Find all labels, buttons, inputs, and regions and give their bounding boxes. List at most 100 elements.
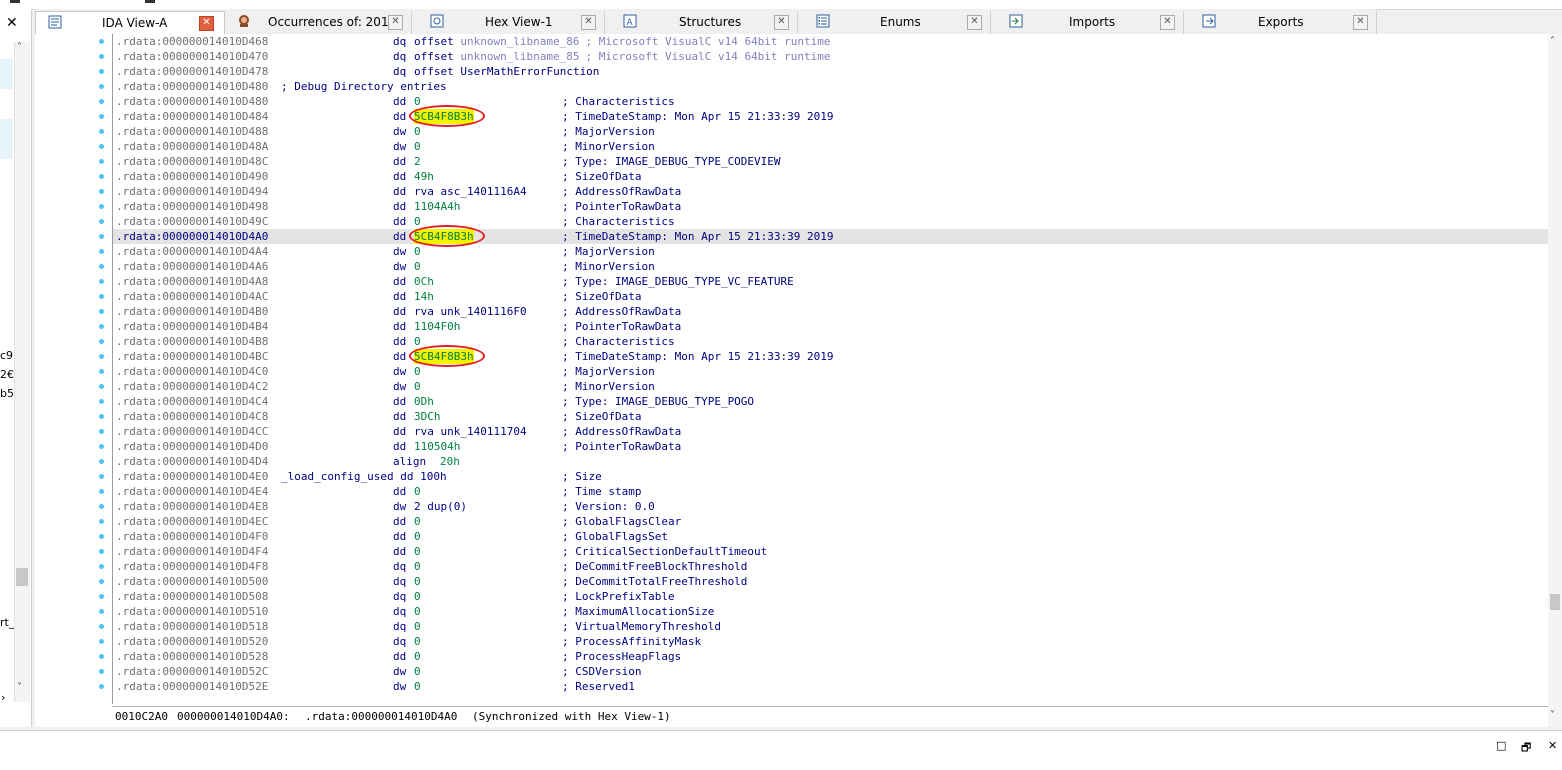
- arrow-dot: [99, 624, 104, 629]
- listing-line[interactable]: .rdata:000000014010D478 dq offset UserMath…: [113, 64, 1549, 79]
- listing-line[interactable]: .rdata:000000014010D4B0 dd rva unk_1401116…: [113, 304, 1549, 319]
- close-icon[interactable]: ✕: [774, 15, 789, 30]
- close-icon[interactable]: ✕: [1160, 15, 1175, 30]
- arrow-dot: [99, 249, 104, 254]
- listing-line[interactable]: .rdata:000000014010D52E dw 0 ; Reserved1: [113, 679, 1549, 694]
- listing-line[interactable]: .rdata:000000014010D470 dq offset unknown_…: [113, 49, 1549, 64]
- scroll-down-icon[interactable]: ˅: [1550, 710, 1555, 721]
- left-scroll-thumb[interactable]: [16, 568, 28, 586]
- line-operand-name: unknown_libname_86: [460, 35, 580, 48]
- maximize-icon[interactable]: □: [1496, 739, 1506, 752]
- line-comment: ; ProcessAffinityMask: [562, 635, 702, 648]
- listing-line[interactable]: .rdata:000000014010D520 dq 0 ; ProcessAffin…: [113, 634, 1549, 649]
- close-icon[interactable]: ✕: [199, 16, 214, 31]
- listing-line[interactable]: .rdata:000000014010D490 dd 49h ; SizeOfData: [113, 169, 1549, 184]
- arrow-dot: [99, 384, 104, 389]
- listing-line[interactable]: .rdata:000000014010D4A0 dd 5CB4F8B3h; Time…: [113, 229, 1549, 244]
- line-mnemonic: dq: [393, 590, 407, 603]
- line-mnemonic: dd: [393, 215, 407, 228]
- line-number: 0: [414, 620, 421, 633]
- line-number: 0Dh: [414, 395, 434, 408]
- disassembly-listing[interactable]: .rdata:000000014010D468 dq offset unknown_…: [112, 34, 1549, 704]
- listing-line[interactable]: .rdata:000000014010D4A6 dw 0 ; MinorVersion: [113, 259, 1549, 274]
- listing-line[interactable]: .rdata:000000014010D4C2 dw 0 ; MinorVersion: [113, 379, 1549, 394]
- close-icon[interactable]: ✕: [967, 15, 982, 30]
- listing-line[interactable]: .rdata:000000014010D510 dq 0 ; MaximumAlloc…: [113, 604, 1549, 619]
- listing-line[interactable]: .rdata:000000014010D4CC dd rva unk_1401117…: [113, 424, 1549, 439]
- listing-line[interactable]: .rdata:000000014010D508 dq 0 ; LockPrefixTa…: [113, 589, 1549, 604]
- listing-line[interactable]: .rdata:000000014010D488 dw 0 ; MajorVersion: [113, 124, 1549, 139]
- line-mnemonic: dq: [393, 560, 407, 573]
- close-window-icon[interactable]: ✕: [1548, 739, 1557, 752]
- listing-line[interactable]: .rdata:000000014010D4D4 align 20h: [113, 454, 1549, 469]
- tab-ida-view-a[interactable]: IDA View-A ✕: [35, 11, 225, 34]
- line-number: 49h: [414, 170, 434, 183]
- listing-line[interactable]: .rdata:000000014010D4B4 dd 1104F0h ; Pointe…: [113, 319, 1549, 334]
- listing-line[interactable]: .rdata:000000014010D468 dq offset unknown_…: [113, 34, 1549, 49]
- listing-line[interactable]: .rdata:000000014010D480 dd 0 ; Characterist…: [113, 94, 1549, 109]
- listing-line[interactable]: .rdata:000000014010D4C8 dd 3DCh ; SizeOfDat…: [113, 409, 1549, 424]
- line-number: 0: [414, 650, 421, 663]
- chevron-right-icon[interactable]: ›: [1, 691, 5, 704]
- listing-line[interactable]: .rdata:000000014010D4D0 dd 110504h ; Pointe…: [113, 439, 1549, 454]
- listing-line[interactable]: .rdata:000000014010D4A4 dw 0 ; MajorVersion: [113, 244, 1549, 259]
- listing-line[interactable]: .rdata:000000014010D528 dd 0 ; ProcessHeapF…: [113, 649, 1549, 664]
- arrow-dot: [99, 129, 104, 134]
- listing-scroll-thumb[interactable]: [1550, 594, 1560, 610]
- line-operand: rva unk_140111704: [414, 425, 527, 438]
- restore-icon[interactable]: 🗗: [1521, 739, 1531, 758]
- line-address: .rdata:000000014010D4BC: [116, 350, 269, 363]
- tab-enums[interactable]: Enums ✕: [804, 11, 991, 34]
- listing-line[interactable]: .rdata:000000014010D4BC dd 5CB4F8B3h; Time…: [113, 349, 1549, 364]
- left-pane-close-icon[interactable]: ✕: [6, 15, 18, 31]
- line-mnemonic: dq: [393, 620, 407, 633]
- listing-line[interactable]: .rdata:000000014010D518 dq 0 ; VirtualMemor…: [113, 619, 1549, 634]
- listing-line[interactable]: .rdata:000000014010D4E8 dw 2 dup(0) ; Versi…: [113, 499, 1549, 514]
- arrow-dot: [99, 294, 104, 299]
- line-number: 0: [414, 605, 421, 618]
- listing-line[interactable]: .rdata:000000014010D4F0 dd 0 ; GlobalFlagsS…: [113, 529, 1549, 544]
- left-pane-scrollbar[interactable]: ˄ ˅: [14, 42, 30, 702]
- listing-line[interactable]: .rdata:000000014010D4E4 dd 0 ; Time stamp: [113, 484, 1549, 499]
- listing-line[interactable]: .rdata:000000014010D484 dd 5CB4F8B3h; Time…: [113, 109, 1549, 124]
- tab-imports[interactable]: Imports ✕: [997, 11, 1184, 34]
- tab-occurrences[interactable]: Occurrences of: 2019 ✕: [225, 11, 412, 34]
- line-address: .rdata:000000014010D4D0: [116, 440, 269, 453]
- close-icon[interactable]: ✕: [581, 15, 596, 30]
- tab-exports[interactable]: Exports ✕: [1190, 11, 1377, 34]
- listing-line[interactable]: .rdata:000000014010D4A8 dd 0Ch ; Type: IMAG…: [113, 274, 1549, 289]
- listing-line[interactable]: .rdata:000000014010D4F4 dd 0 ; CriticalSect…: [113, 544, 1549, 559]
- listing-line[interactable]: .rdata:000000014010D52C dw 0 ; CSDVersion: [113, 664, 1549, 679]
- listing-line[interactable]: .rdata:000000014010D494 dd rva asc_1401116…: [113, 184, 1549, 199]
- status-offset: 0010C2A0: [115, 710, 168, 723]
- line-number: 0: [414, 530, 421, 543]
- tab-structures[interactable]: A Structures ✕: [611, 11, 798, 34]
- close-icon[interactable]: ✕: [388, 15, 403, 30]
- scroll-down-icon[interactable]: ˅: [17, 682, 22, 693]
- line-address: .rdata:000000014010D4B8: [116, 335, 269, 348]
- line-address: .rdata:000000014010D4F4: [116, 545, 269, 558]
- listing-line[interactable]: .rdata:000000014010D4EC dd 0 ; GlobalFlagsC…: [113, 514, 1549, 529]
- scroll-up-icon[interactable]: ˄: [1550, 36, 1555, 47]
- listing-line[interactable]: .rdata:000000014010D500 dq 0 ; DeCommitTota…: [113, 574, 1549, 589]
- listing-line[interactable]: .rdata:000000014010D4AC dd 14h ; SizeOfData: [113, 289, 1549, 304]
- listing-line[interactable]: .rdata:000000014010D4F8 dq 0 ; DeCommitFree…: [113, 559, 1549, 574]
- close-icon[interactable]: ✕: [1353, 15, 1368, 30]
- scroll-up-icon[interactable]: ˄: [17, 42, 22, 53]
- line-mnemonic: dd: [393, 200, 407, 213]
- listing-line[interactable]: .rdata:000000014010D4C4 dd 0Dh ; Type: IMAG…: [113, 394, 1549, 409]
- listing-line[interactable]: .rdata:000000014010D4E0 _load_config_used…: [113, 469, 1549, 484]
- arrow-dot: [99, 459, 104, 464]
- line-mnemonic: dd: [393, 335, 407, 348]
- listing-line[interactable]: .rdata:000000014010D4B8 dd 0 ; Characterist…: [113, 334, 1549, 349]
- line-address: .rdata:000000014010D52C: [116, 665, 269, 678]
- listing-line[interactable]: .rdata:000000014010D480 ; Debug Directory…: [113, 79, 1549, 94]
- listing-scrollbar[interactable]: ˄ ˅: [1548, 34, 1562, 727]
- listing-line[interactable]: .rdata:000000014010D49C dd 0 ; Characterist…: [113, 214, 1549, 229]
- listing-line[interactable]: .rdata:000000014010D4C0 dw 0 ; MajorVersion: [113, 364, 1549, 379]
- listing-line[interactable]: .rdata:000000014010D48A dw 0 ; MinorVersion: [113, 139, 1549, 154]
- listing-line[interactable]: .rdata:000000014010D498 dd 1104A4h ; Pointe…: [113, 199, 1549, 214]
- listing-line[interactable]: .rdata:000000014010D48C dd 2 ; Type: IMAGE_…: [113, 154, 1549, 169]
- tab-hex-view[interactable]: Hex View-1 ✕: [418, 11, 605, 34]
- line-mnemonic: dd: [393, 545, 407, 558]
